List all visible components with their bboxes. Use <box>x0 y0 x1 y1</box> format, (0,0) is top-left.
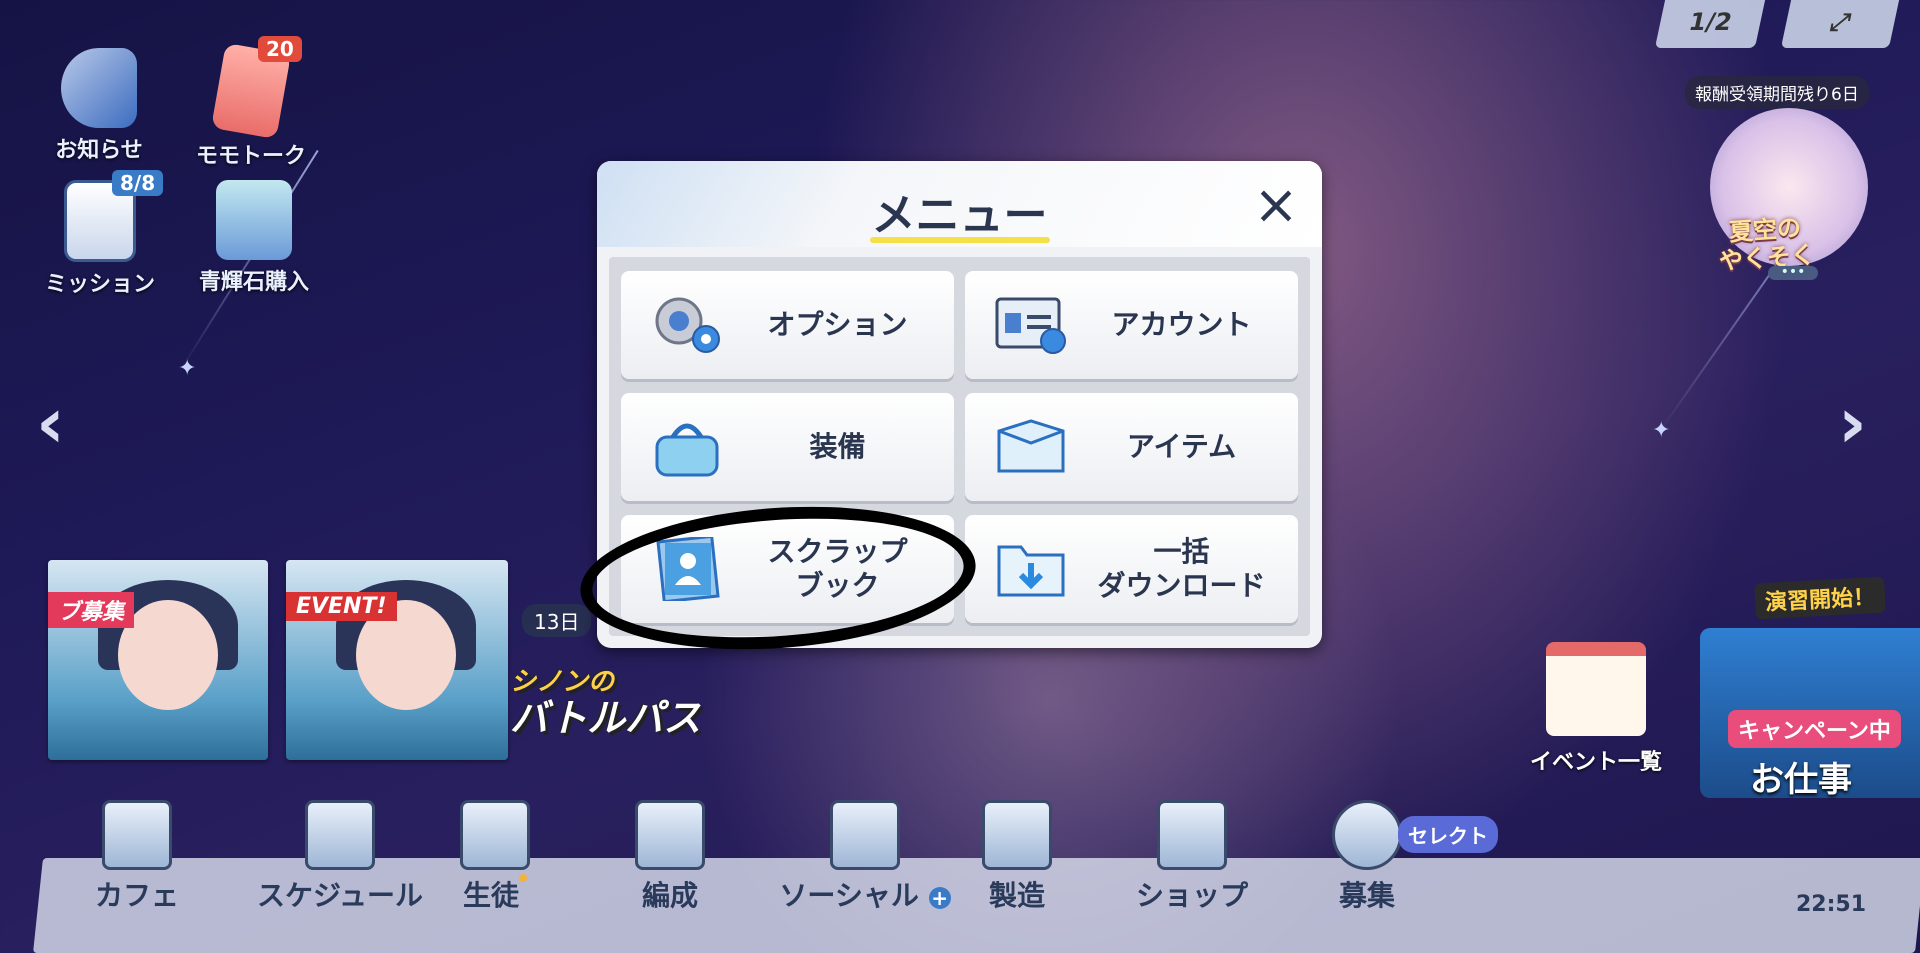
nav-schedule[interactable]: スケジュール <box>240 800 440 914</box>
nav-label: 募集 <box>1338 879 1395 912</box>
social-chat-icon <box>830 800 900 870</box>
bulk-download-label: 一括 ダウンロード <box>1097 535 1266 602</box>
battlepass-line2: バトルパス <box>510 696 702 740</box>
battlepass-line1: シノンの <box>510 667 615 697</box>
item-box-icon <box>997 419 1065 473</box>
event-list-label: イベント一覧 <box>1530 750 1663 775</box>
nav-label: 生徒 <box>462 879 519 912</box>
nav-cafe[interactable]: カフェ <box>62 800 212 914</box>
title-underline <box>870 237 1050 243</box>
event-tag: EVENT! <box>286 592 397 621</box>
nav-formation[interactable]: 編成 <box>595 800 745 914</box>
pyroxene-label: 青輝石購入 <box>198 270 309 295</box>
mission-badge: 8/8 <box>112 170 164 196</box>
momotalk-button[interactable]: モモトーク 20 <box>196 36 307 170</box>
calendar-icon <box>1546 642 1646 736</box>
account-label: アカウント <box>1111 308 1252 341</box>
menu-item-button[interactable]: アイテム <box>965 393 1298 501</box>
item-label: アイテム <box>1126 430 1237 463</box>
recruit-banner[interactable]: ブ募集 <box>48 560 268 760</box>
equipment-label: 装備 <box>809 430 866 463</box>
account-card-icon <box>995 297 1066 354</box>
expand-icon: ⤢ <box>1827 8 1853 36</box>
news-label: お知らせ <box>55 138 143 163</box>
craft-icon <box>982 800 1052 870</box>
sparkle: ✦ <box>178 356 197 381</box>
close-icon: × <box>1253 173 1299 236</box>
bag-icon <box>655 423 719 477</box>
option-label: オプション <box>767 308 908 341</box>
nav-social[interactable]: ソーシャル + <box>765 800 965 914</box>
sparkle: ✦ <box>1652 418 1671 443</box>
menu-equipment-button[interactable]: 装備 <box>621 393 954 501</box>
nav-label: ソーシャル <box>779 879 919 912</box>
momotalk-label: モモトーク <box>196 144 307 169</box>
clock: 22:51 <box>1796 892 1867 917</box>
right-arrow-icon[interactable]: › <box>1838 382 1867 464</box>
left-arrow-icon[interactable]: ‹ <box>36 382 65 464</box>
recruit-tag: ブ募集 <box>48 592 135 628</box>
shopping-bag-icon <box>216 180 292 260</box>
days-left-badge: 13日 <box>522 604 592 637</box>
training-start-tag: 演習開始！ <box>1754 576 1886 620</box>
work-label: お仕事 <box>1750 760 1852 800</box>
menu-title: メニュー <box>871 190 1048 241</box>
nav-label: ショップ <box>1135 879 1248 912</box>
download-folder-icon <box>997 545 1065 597</box>
shop-icon <box>1157 800 1227 870</box>
student-card-icon <box>460 800 530 870</box>
momotalk-badge: 20 <box>258 36 302 62</box>
schedule-building-icon <box>305 800 375 870</box>
menu-account-button[interactable]: アカウント <box>965 271 1298 379</box>
menu-option-button[interactable]: オプション <box>621 271 954 379</box>
battlepass-banner[interactable]: シノンの バトルパス <box>510 664 701 737</box>
more-dots-icon[interactable]: ••• <box>1768 265 1818 280</box>
new-dot <box>519 874 527 882</box>
menu-bulk-download-button[interactable]: 一括 ダウンロード <box>965 515 1298 623</box>
fullscreen-button[interactable]: ⤢ <box>1780 0 1900 48</box>
nav-label: 製造 <box>988 879 1045 912</box>
news-button[interactable]: お知らせ <box>44 48 154 164</box>
cafe-cup-icon <box>102 800 172 870</box>
mission-label: ミッション <box>44 272 155 297</box>
event-list-button[interactable]: イベント一覧 <box>1530 642 1662 776</box>
reward-period-label: 報酬受領期間残り6日 <box>1685 76 1869 109</box>
nav-label: カフェ <box>94 879 179 912</box>
nav-label: スケジュール <box>256 879 424 912</box>
page-indicator: 1/2 <box>1686 8 1735 36</box>
nav-shop[interactable]: ショップ <box>1117 800 1267 914</box>
nav-craft[interactable]: 製造 <box>942 800 1092 914</box>
mission-button[interactable]: ミッション 8/8 <box>40 170 164 298</box>
close-button[interactable]: × <box>1252 178 1300 232</box>
event-banner[interactable]: EVENT! <box>286 560 508 760</box>
select-badge: セレクト <box>1398 816 1498 853</box>
nav-students[interactable]: 生徒 <box>420 800 570 914</box>
page-toggle-button[interactable]: 1/2 <box>1654 0 1766 48</box>
pyroxene-purchase-button[interactable]: 青輝石購入 <box>194 180 314 296</box>
recruit-icon <box>1332 800 1402 870</box>
gear-icon <box>655 297 720 353</box>
campaign-badge: キャンペーン中 <box>1728 710 1901 748</box>
megaphone-icon <box>61 48 137 128</box>
formation-icon <box>635 800 705 870</box>
nav-label: 編成 <box>641 879 698 912</box>
